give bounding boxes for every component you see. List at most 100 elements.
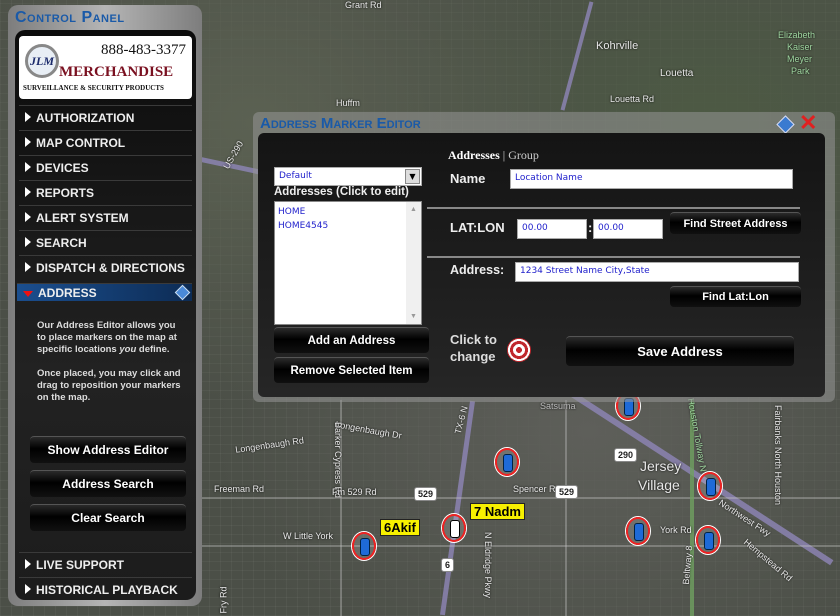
- tab-addresses[interactable]: Addresses: [448, 148, 500, 162]
- lat-input[interactable]: 00.00: [517, 219, 587, 239]
- caret-right-icon: [25, 187, 31, 197]
- caret-right-icon: [25, 262, 31, 272]
- menu-dispatch-directions[interactable]: DISPATCH & DIRECTIONS: [19, 255, 192, 279]
- address-label: Address:: [450, 263, 505, 277]
- scrollbar[interactable]: ▲ ▼: [406, 202, 421, 324]
- map-label: Fm 529 Rd: [332, 487, 377, 497]
- vehicle-label[interactable]: 6Akif: [380, 519, 420, 536]
- divider: [427, 207, 800, 209]
- name-label: Name: [450, 171, 486, 186]
- help-icon[interactable]: [174, 284, 191, 301]
- route-shield: 6: [441, 558, 455, 572]
- caret-right-icon: [25, 212, 31, 222]
- menu-address[interactable]: ADDRESS: [17, 283, 192, 301]
- caret-right-icon: [25, 137, 31, 147]
- show-address-editor-button[interactable]: Show Address Editor: [30, 436, 186, 463]
- caret-right-icon: [25, 112, 31, 122]
- address-input[interactable]: 1234 Street Name City,State: [515, 262, 799, 282]
- menu-reports[interactable]: REPORTS: [19, 180, 192, 204]
- menu-label: ALERT SYSTEM: [36, 211, 129, 225]
- vehicle-label[interactable]: 7 Nadm: [470, 503, 525, 520]
- company-logo: JLM 888-483-3377 MERCHANDISE SURVEILLANC…: [19, 36, 192, 99]
- close-icon[interactable]: ✕: [799, 112, 817, 134]
- menu-label: HISTORICAL PLAYBACK: [36, 583, 178, 597]
- address-description-2: Once placed, you may click and drag to r…: [37, 368, 181, 403]
- target-marker-icon[interactable]: [507, 338, 531, 362]
- caret-down-icon: [23, 290, 33, 297]
- caret-right-icon: [25, 162, 31, 172]
- magnifier-logo-icon: JLM: [25, 44, 59, 78]
- group-select[interactable]: Default ▼: [274, 167, 422, 186]
- control-panel: Control Panel JLM 888-483-3377 MERCHANDI…: [8, 5, 202, 606]
- save-address-button[interactable]: Save Address: [566, 336, 794, 366]
- menu-historical-playback[interactable]: HISTORICAL PLAYBACK: [19, 577, 192, 601]
- map-label: Village: [638, 477, 680, 493]
- address-search-button[interactable]: Address Search: [30, 470, 186, 497]
- tab-group[interactable]: Group: [508, 148, 539, 162]
- divider: [427, 256, 800, 258]
- logo-tagline: SURVEILLANCE & SECURITY PRODUCTS: [23, 84, 164, 92]
- vehicle-marker[interactable]: [495, 448, 519, 476]
- control-panel-title: Control Panel: [15, 9, 125, 26]
- list-item[interactable]: HOME: [275, 205, 421, 219]
- map-label: Longenbaugh Dr: [334, 419, 403, 441]
- route-shield: 529: [414, 487, 438, 501]
- menu-alert-system[interactable]: ALERT SYSTEM: [19, 205, 192, 229]
- map-label: Louetta Rd: [610, 94, 655, 104]
- map-label: Satsuma: [540, 401, 576, 411]
- control-panel-body: JLM 888-483-3377 MERCHANDISE SURVEILLANC…: [15, 30, 196, 600]
- map-label: Huffm: [336, 98, 360, 108]
- map-label: Hempstead Rd: [741, 536, 795, 584]
- map-label: Fairbanks North Houston: [773, 404, 784, 506]
- menu-label: ADDRESS: [38, 286, 97, 300]
- dialog-body: Default ▼ Addresses (Click to edit) HOME …: [258, 133, 825, 397]
- map-label: Elizabeth: [778, 30, 816, 40]
- menu-label: SEARCH: [36, 236, 87, 250]
- menu-devices[interactable]: DEVICES: [19, 155, 192, 179]
- logo-phone: 888-483-3377: [101, 42, 186, 58]
- road-fm529: [200, 497, 840, 499]
- map-label: Longenbaugh Rd: [234, 435, 305, 455]
- map-label: Spencer Rd: [513, 484, 561, 494]
- map-label: W Little York: [283, 531, 334, 541]
- menu-label: DEVICES: [36, 161, 89, 175]
- route-shield: 290: [614, 448, 638, 462]
- menu-label: DISPATCH & DIRECTIONS: [36, 261, 185, 275]
- caret-right-icon: [25, 559, 31, 569]
- find-latlon-button[interactable]: Find Lat:Lon: [670, 286, 801, 307]
- map-label: Park: [791, 66, 810, 76]
- click-to-change-label: Click to change: [450, 332, 497, 364]
- map-label: Kohrville: [596, 40, 639, 52]
- vehicle-marker[interactable]: [352, 532, 376, 560]
- vehicle-marker[interactable]: [696, 526, 720, 554]
- menu-authorization[interactable]: AUTHORIZATION: [19, 105, 192, 129]
- name-input[interactable]: Location Name: [510, 169, 793, 189]
- menu-live-support[interactable]: LIVE SUPPORT: [19, 552, 192, 576]
- add-address-button[interactable]: Add an Address: [274, 327, 429, 353]
- lon-input[interactable]: 00.00: [593, 219, 663, 239]
- latlon-separator: :: [588, 220, 593, 235]
- vehicle-marker[interactable]: [626, 517, 650, 545]
- address-list[interactable]: HOME HOME4545 ▲ ▼: [274, 201, 422, 325]
- caret-right-icon: [25, 584, 31, 594]
- map-label: Meyer: [787, 54, 813, 64]
- menu-search[interactable]: SEARCH: [19, 230, 192, 254]
- menu-map-control[interactable]: MAP CONTROL: [19, 130, 192, 154]
- editor-tabs: Addresses | Group: [448, 148, 539, 162]
- find-street-address-button[interactable]: Find Street Address: [670, 212, 801, 234]
- route-shield: 529: [555, 485, 579, 499]
- map-label: Jersey: [640, 458, 682, 474]
- remove-selected-button[interactable]: Remove Selected Item: [274, 357, 429, 383]
- map-label: Freeman Rd: [214, 484, 265, 494]
- map-label: N Eldridge Pkwy: [483, 531, 494, 599]
- logo-name: MERCHANDISE: [59, 64, 174, 80]
- help-icon[interactable]: [776, 115, 795, 134]
- vehicle-marker[interactable]: [442, 514, 466, 542]
- caret-right-icon: [25, 237, 31, 247]
- clear-search-button[interactable]: Clear Search: [30, 504, 186, 531]
- vehicle-marker[interactable]: [698, 472, 722, 500]
- map-label: Louetta: [660, 68, 694, 79]
- list-item[interactable]: HOME4545: [275, 219, 421, 233]
- chevron-down-icon[interactable]: ▼: [405, 169, 420, 184]
- list-label: Addresses (Click to edit): [274, 186, 409, 198]
